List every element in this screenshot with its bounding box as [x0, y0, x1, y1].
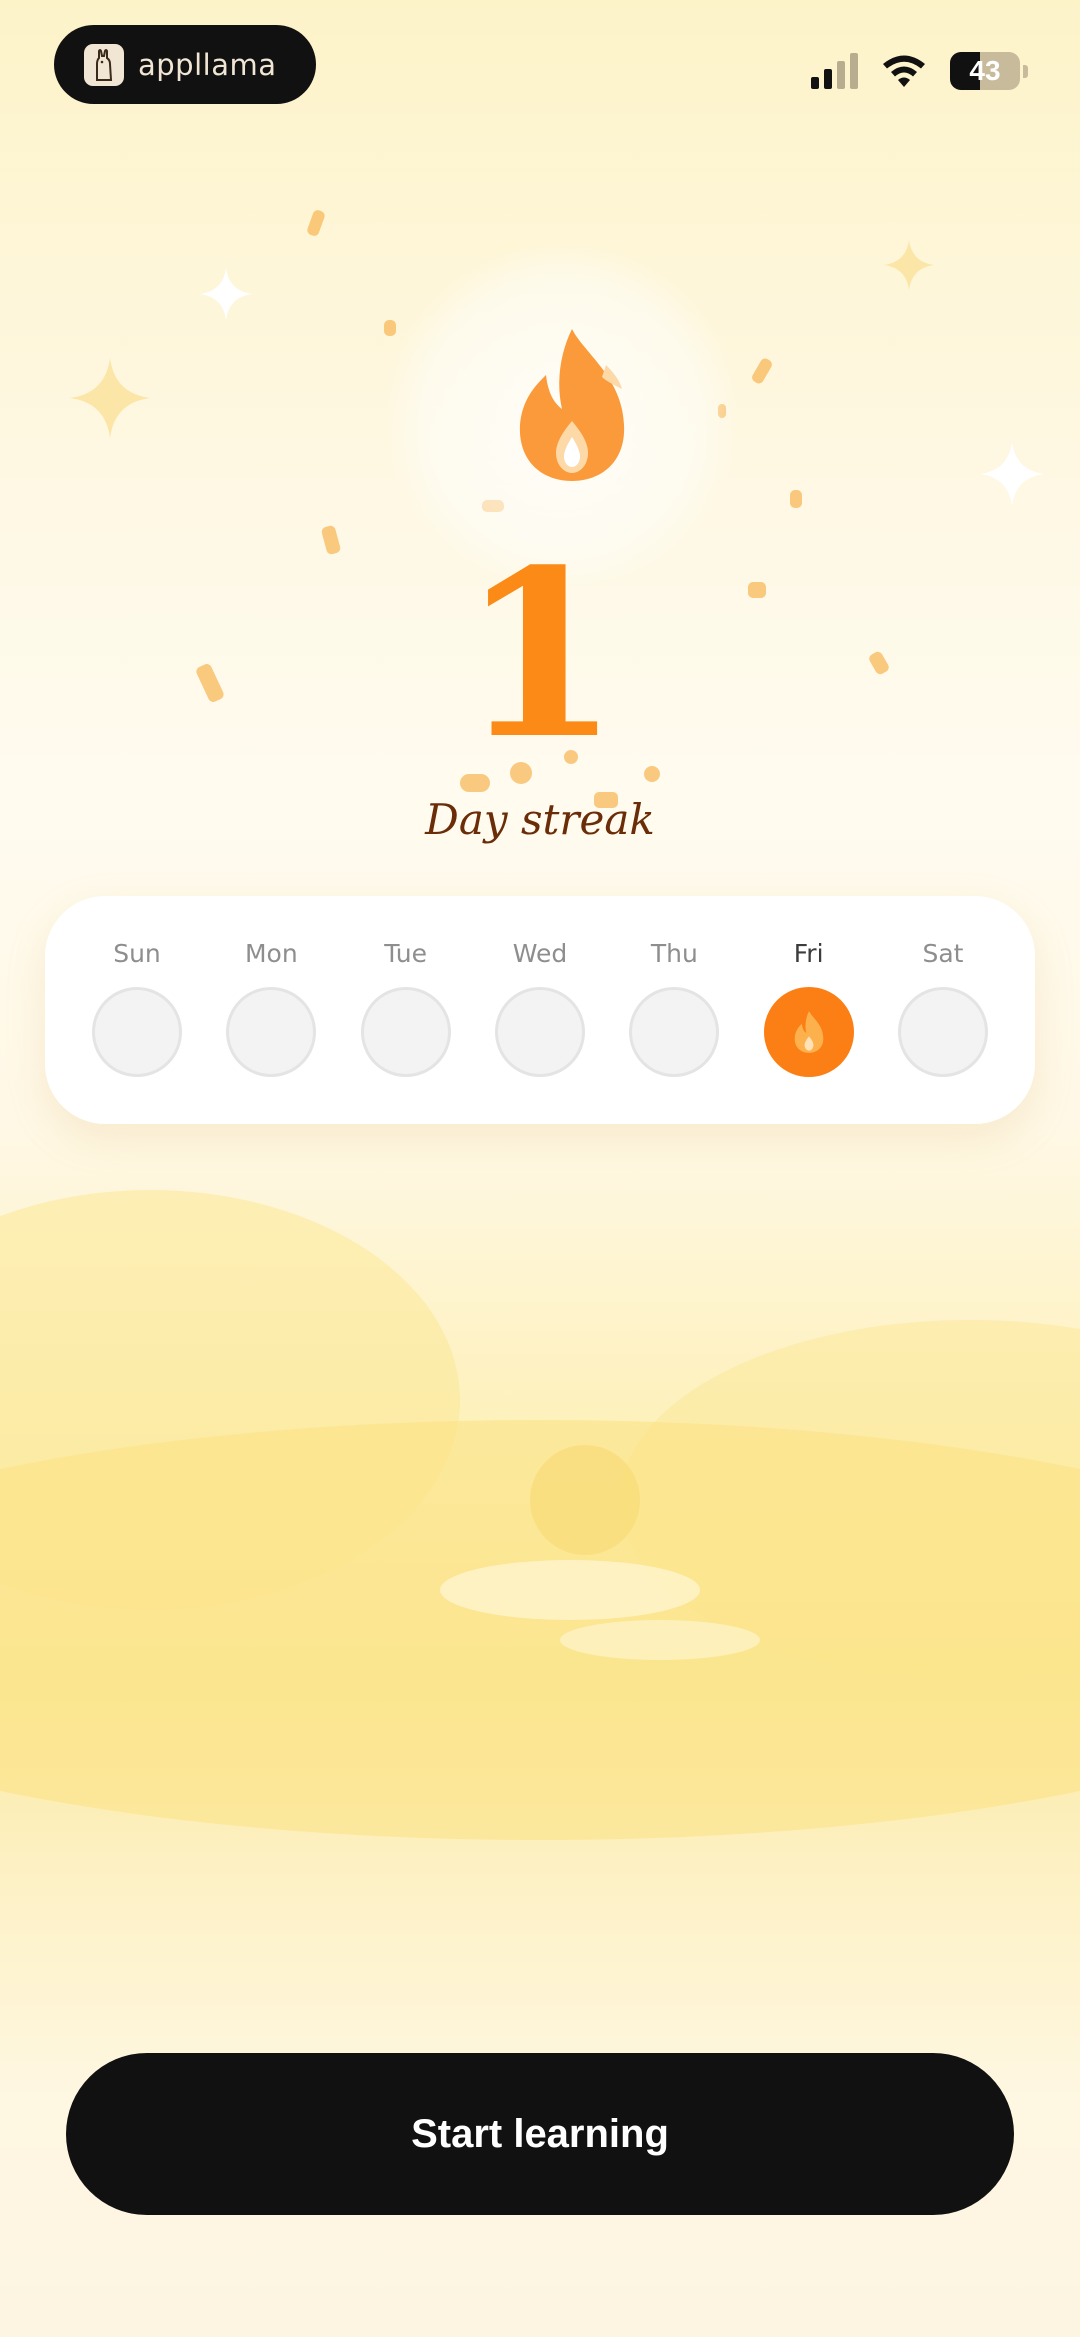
app-indicator-pill[interactable]: appllama	[54, 25, 316, 104]
day-indicator	[897, 987, 988, 1077]
battery-level: 43	[969, 55, 1001, 86]
day-indicator	[360, 987, 451, 1077]
streak-label: Day streak	[425, 795, 655, 844]
wifi-icon	[883, 55, 925, 87]
day-indicator	[92, 987, 182, 1077]
background-sun	[530, 1445, 640, 1555]
day-sun: Sun	[89, 896, 185, 1124]
confetti-piece	[790, 490, 802, 508]
day-label: Fri	[793, 939, 824, 968]
battery-nub	[1023, 64, 1028, 78]
confetti-piece	[305, 208, 327, 238]
day-label: Sun	[113, 939, 161, 968]
day-tue: Tue	[358, 896, 454, 1124]
day-label: Wed	[512, 939, 568, 968]
sparkle-icon	[200, 268, 252, 320]
confetti-piece	[384, 320, 396, 336]
battery-icon: 43	[950, 52, 1020, 90]
weekly-streak-card: Sun Mon Tue Wed Thu Fri Sat	[45, 896, 1035, 1124]
day-fri: Fri	[761, 896, 857, 1124]
day-indicator-completed	[763, 987, 854, 1077]
day-label: Thu	[650, 939, 698, 968]
day-sat: Sat	[895, 896, 991, 1124]
status-icons: 43	[811, 52, 1028, 90]
start-learning-button[interactable]: Start learning	[66, 2053, 1014, 2215]
day-label: Sat	[922, 939, 964, 968]
background-river	[560, 1620, 760, 1660]
day-indicator	[226, 987, 317, 1077]
day-wed: Wed	[492, 896, 588, 1124]
day-indicator	[494, 987, 585, 1077]
background-river	[440, 1560, 700, 1620]
app-name: appllama	[138, 47, 277, 82]
day-indicator	[629, 987, 720, 1077]
flame-icon	[519, 329, 625, 481]
streak-screen: appllama 43 1 Day streak Sun Mon Tue Wed…	[0, 0, 1080, 2337]
sparkle-icon	[884, 240, 934, 290]
day-label: Mon	[244, 939, 298, 968]
day-thu: Thu	[626, 896, 722, 1124]
day-label: Tue	[384, 939, 427, 968]
streak-count: 1	[459, 520, 621, 790]
day-mon: Mon	[223, 896, 319, 1124]
confetti-piece	[750, 356, 774, 386]
cellular-signal-icon	[811, 53, 858, 89]
sparkle-icon	[70, 358, 150, 438]
flame-icon	[794, 1011, 823, 1053]
sparkle-icon	[980, 442, 1044, 506]
llama-icon	[84, 43, 124, 86]
